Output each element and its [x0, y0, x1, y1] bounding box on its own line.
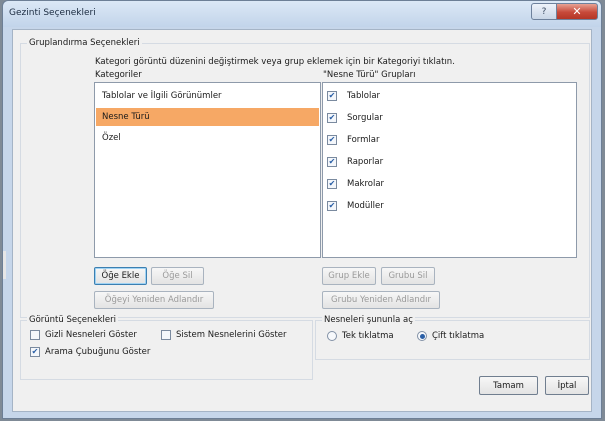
close-icon: ✕	[572, 5, 582, 18]
resize-handle	[3, 251, 6, 279]
checkbox[interactable]	[30, 330, 40, 340]
rename-item-button[interactable]: Öğeyi Yeniden Adlandır	[94, 291, 214, 309]
show-hidden-objects-label: Gizli Nesneleri Göster	[45, 330, 137, 340]
checkbox[interactable]: ✔	[327, 201, 337, 211]
list-item[interactable]: Özel	[96, 129, 319, 147]
checkmark-icon: ✔	[328, 201, 336, 210]
delete-item-button[interactable]: Öğe Sil	[151, 267, 204, 285]
add-group-label: Grup Ekle	[328, 271, 370, 281]
dialog-title: Gezinti Seçenekleri	[9, 8, 96, 18]
list-item[interactable]: Tablolar ve İlgili Görünümler	[96, 87, 319, 105]
checkbox[interactable]: ✔	[327, 179, 337, 189]
help-button[interactable]: ?	[531, 3, 557, 20]
double-click-label: Çift tıklatma	[432, 331, 485, 341]
group-label: Modüller	[347, 201, 384, 211]
delete-item-label: Öğe Sil	[162, 271, 193, 281]
group-label: Raporlar	[347, 157, 384, 167]
list-item[interactable]: Nesne Türü	[96, 108, 319, 126]
add-item-label: Öğe Ekle	[101, 271, 140, 281]
categories-list[interactable]: Tablolar ve İlgili Görünümler Nesne Türü…	[94, 82, 321, 258]
radio-dot-icon	[419, 333, 425, 339]
group-label: Sorgular	[347, 113, 383, 123]
radio-button[interactable]	[327, 331, 337, 341]
title-bar[interactable]: Gezinti Seçenekleri ? ✕	[3, 1, 601, 27]
checkmark-icon: ✔	[328, 135, 336, 144]
checkmark-icon: ✔	[328, 157, 336, 166]
checkbox[interactable]: ✔	[327, 113, 337, 123]
checkmark-icon: ✔	[328, 113, 336, 122]
checkbox[interactable]: ✔	[327, 135, 337, 145]
delete-group-button[interactable]: Grubu Sil	[381, 267, 435, 285]
rename-group-label: Grubu Yeniden Adlandır	[331, 295, 431, 305]
add-item-button[interactable]: Öğe Ekle	[94, 267, 147, 285]
list-item[interactable]: ✔ Makrolar	[327, 175, 384, 193]
groups-list[interactable]: ✔ Tablolar ✔ Sorgular ✔ Formlar ✔ Raporl…	[322, 82, 577, 258]
show-search-bar-label: Arama Çubuğunu Göster	[45, 347, 151, 357]
delete-group-label: Grubu Sil	[388, 271, 428, 281]
ok-label: Tamam	[493, 380, 524, 391]
groups-header: "Nesne Türü" Grupları	[323, 70, 416, 80]
list-item[interactable]: ✔ Raporlar	[327, 153, 383, 171]
open-objects-label: Nesneleri şununla aç	[322, 315, 415, 325]
category-label: Özel	[102, 133, 121, 143]
grouping-instructions: Kategori görüntü düzenini değiştirmek ve…	[95, 57, 455, 67]
checkmark-icon: ✔	[328, 179, 336, 188]
categories-header: Kategoriler	[95, 70, 142, 80]
list-item[interactable]: ✔ Tablolar	[327, 87, 380, 105]
help-icon: ?	[541, 6, 547, 17]
checkmark-icon: ✔	[31, 347, 39, 356]
add-group-button[interactable]: Grup Ekle	[322, 267, 376, 285]
close-button[interactable]: ✕	[556, 3, 598, 20]
checkbox[interactable]: ✔	[327, 157, 337, 167]
cancel-label: İptal	[557, 380, 577, 391]
navigation-options-dialog: Gezinti Seçenekleri ? ✕ Gruplandırma Seç…	[2, 0, 602, 419]
checkbox[interactable]: ✔	[327, 91, 337, 101]
category-label: Nesne Türü	[102, 112, 150, 122]
list-item[interactable]: ✔ Modüller	[327, 197, 384, 215]
radio-button[interactable]	[417, 331, 427, 341]
show-hidden-objects-option[interactable]: Gizli Nesneleri Göster	[30, 330, 137, 340]
show-search-bar-option[interactable]: ✔ Arama Çubuğunu Göster	[30, 347, 150, 357]
show-system-objects-label: Sistem Nesnelerini Göster	[176, 330, 287, 340]
double-click-option[interactable]: Çift tıklatma	[417, 331, 484, 341]
list-item[interactable]: ✔ Sorgular	[327, 109, 383, 127]
checkbox[interactable]	[161, 330, 171, 340]
checkbox[interactable]: ✔	[30, 347, 40, 357]
cancel-button[interactable]: İptal	[545, 376, 589, 395]
display-options-label: Görüntü Seçenekleri	[27, 315, 118, 325]
group-label: Formlar	[347, 135, 380, 145]
dialog-body: Gruplandırma Seçenekleri Kategori görünt…	[12, 29, 592, 412]
rename-group-button[interactable]: Grubu Yeniden Adlandır	[322, 291, 440, 309]
checkmark-icon: ✔	[328, 91, 336, 100]
grouping-options-label: Gruplandırma Seçenekleri	[27, 38, 142, 48]
single-click-label: Tek tıklatma	[342, 331, 394, 341]
single-click-option[interactable]: Tek tıklatma	[327, 331, 394, 341]
rename-item-label: Öğeyi Yeniden Adlandır	[104, 295, 204, 305]
category-label: Tablolar ve İlgili Görünümler	[102, 91, 222, 101]
list-item[interactable]: ✔ Formlar	[327, 131, 379, 149]
ok-button[interactable]: Tamam	[479, 376, 538, 395]
group-label: Makrolar	[347, 179, 385, 189]
show-system-objects-option[interactable]: Sistem Nesnelerini Göster	[161, 330, 287, 340]
group-label: Tablolar	[347, 91, 381, 101]
